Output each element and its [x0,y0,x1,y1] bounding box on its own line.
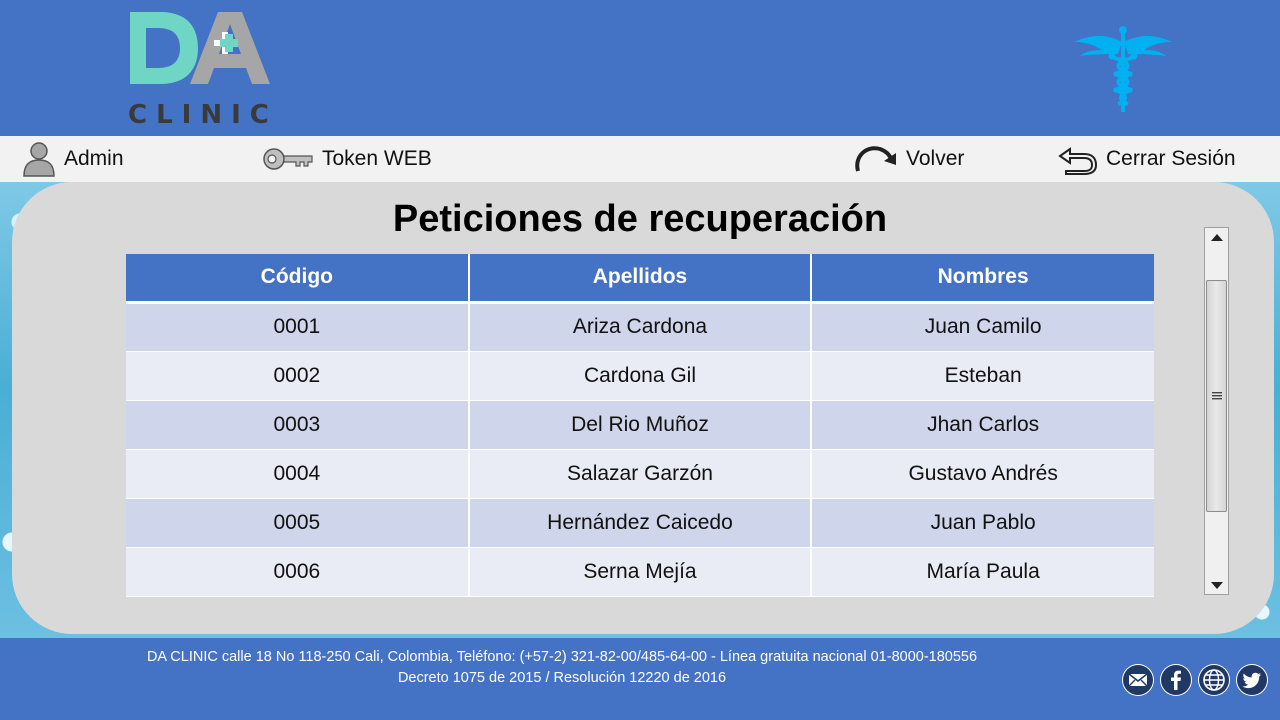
facebook-icon [1161,665,1191,695]
cell-nombres: Gustavo Andrés [811,449,1154,499]
arrow-up-icon [1210,233,1223,241]
cell-codigo: 0001 [126,302,470,352]
table-header-row: Código Apellidos Nombres [126,254,1154,304]
cell-nombres: María Paula [811,547,1154,597]
table-row[interactable]: 0004 Salazar Garzón Gustavo Andrés [126,449,1154,499]
token-web-label: Token WEB [322,147,432,170]
vertical-scrollbar[interactable] [1204,227,1229,595]
cell-codigo: 0004 [126,449,470,499]
redo-icon [855,146,896,172]
cell-nombres: Esteban [811,351,1154,401]
header: CLINIC [0,0,1280,136]
footer-address: DA CLINIC calle 18 No 118-250 Cali, Colo… [146,649,978,665]
table-row[interactable]: 0003 Del Rio Muñoz Jhan Carlos [126,400,1154,450]
table-row[interactable]: 0006 Serna Mejía María Paula [126,547,1154,597]
back-label: Volver [906,147,965,170]
logout-button[interactable]: Cerrar Sesión [1058,136,1236,182]
table-row[interactable]: 0002 Cardona Gil Esteban [126,351,1154,401]
email-icon [1123,665,1153,695]
cell-nombres: Juan Pablo [811,498,1154,548]
logout-label: Cerrar Sesión [1106,147,1236,170]
undo-icon [1058,147,1098,175]
scroll-down-button[interactable] [1205,576,1228,594]
twitter-icon [1237,665,1267,695]
recovery-requests-table: Código Apellidos Nombres 0001 Ariza Card… [126,254,1154,597]
key-icon [263,148,313,170]
cell-nombres: Juan Camilo [811,302,1154,352]
cell-apellidos: Del Rio Muñoz [468,400,813,450]
table-row[interactable]: 0005 Hernández Caicedo Juan Pablo [126,498,1154,548]
header-nombres[interactable]: Nombres [811,254,1154,304]
scroll-thumb[interactable] [1206,280,1227,512]
token-web-menu[interactable]: Token WEB [262,136,432,182]
page-title: Peticiones de recuperación [392,198,888,240]
logo-wordmark: CLINIC [128,100,278,130]
footer: DA CLINIC calle 18 No 118-250 Cali, Colo… [0,638,1280,720]
table-row[interactable]: 0001 Ariza Cardona Juan Camilo [126,302,1154,352]
grip-icon [1211,392,1222,400]
admin-menu[interactable]: Admin [22,136,124,182]
user-icon [23,142,55,177]
header-apellidos[interactable]: Apellidos [468,254,813,304]
back-button[interactable]: Volver [852,136,964,182]
email-link[interactable] [1122,664,1154,696]
admin-label: Admin [64,147,124,170]
cell-codigo: 0002 [126,351,470,401]
cell-apellidos: Ariza Cardona [468,302,813,352]
twitter-link[interactable] [1236,664,1268,696]
scroll-up-button[interactable] [1205,228,1228,246]
facebook-link[interactable] [1160,664,1192,696]
cell-apellidos: Cardona Gil [468,351,813,401]
arrow-down-icon [1210,581,1223,589]
cell-apellidos: Serna Mejía [468,547,813,597]
cell-codigo: 0003 [126,400,470,450]
caduceus-icon [1074,26,1172,112]
website-link[interactable] [1198,664,1230,696]
cell-codigo: 0005 [126,498,470,548]
cell-nombres: Jhan Carlos [811,400,1154,450]
cell-apellidos: Salazar Garzón [468,449,813,499]
globe-icon [1199,665,1229,695]
header-codigo[interactable]: Código [126,254,470,304]
cell-codigo: 0006 [126,547,470,597]
navbar: Admin Token WEB Volver Cerrar Sesión [0,136,1280,182]
footer-decree: Decreto 1075 de 2015 / Resolución 12220 … [397,670,727,686]
cell-apellidos: Hernández Caicedo [468,498,813,548]
